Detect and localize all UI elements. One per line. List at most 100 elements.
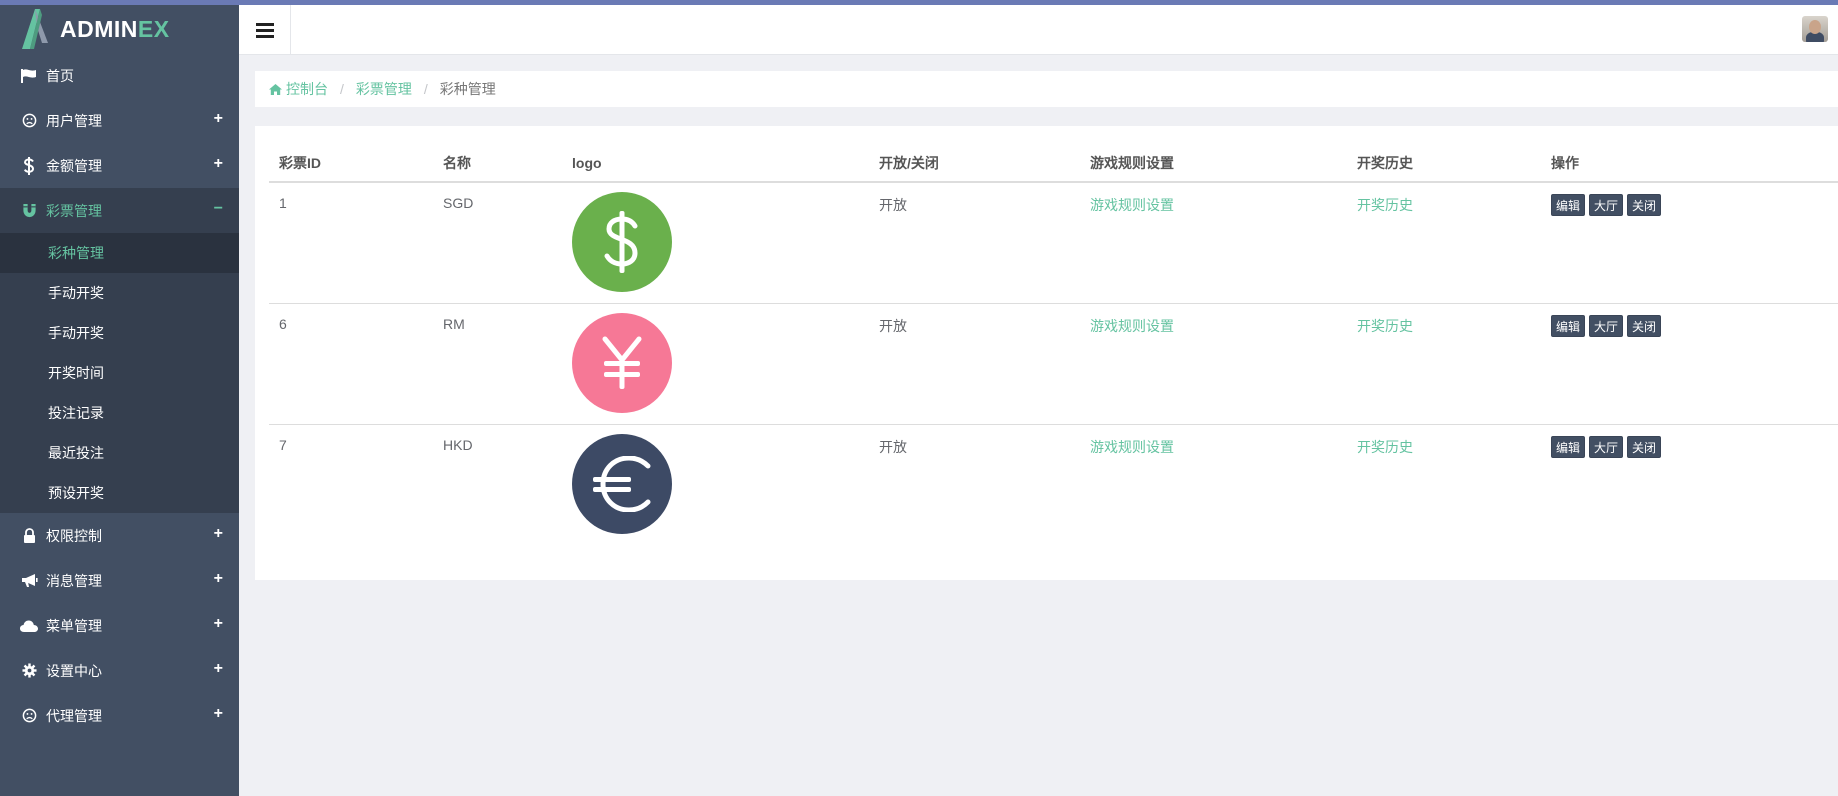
frown-icon [20, 707, 38, 725]
column-header-rules: 游戏规则设置 [1080, 144, 1347, 183]
cell-rules: 游戏规则设置 [1080, 424, 1347, 545]
rules-link[interactable]: 游戏规则设置 [1090, 318, 1174, 334]
yen-coin-icon [572, 312, 672, 413]
sidebar-item-label: 用户管理 [46, 112, 102, 129]
gear-icon [20, 662, 38, 680]
frown-icon [20, 112, 38, 130]
cell-status: 开放 [869, 182, 1080, 304]
submenu-item-bet-records[interactable]: 投注记录 [0, 393, 239, 433]
expand-icon: + [213, 155, 223, 172]
sidebar-item-permissions[interactable]: 权限控制 + [0, 513, 239, 558]
cell-name: RM [433, 303, 562, 425]
submenu-item-lottery-types[interactable]: 彩种管理 [0, 233, 239, 273]
close-button[interactable]: 关闭 [1627, 314, 1662, 337]
logo-mark-icon [22, 9, 48, 49]
column-header-id: 彩票ID [269, 144, 433, 183]
brand-name: ADMINEX [60, 15, 170, 42]
expand-icon: + [213, 570, 223, 587]
sidebar-item-label: 菜单管理 [46, 617, 102, 634]
table-row: 6 RM 开放 游戏规则设置 开奖历史 编辑 大厅 关闭 [269, 303, 1838, 425]
expand-icon: + [213, 110, 223, 127]
expand-icon: + [213, 660, 223, 677]
submenu-item-manual-draw-2[interactable]: 手动开奖 [0, 313, 239, 353]
sidebar-toggle-button[interactable] [239, 5, 291, 55]
cell-history: 开奖历史 [1347, 424, 1541, 545]
user-avatar[interactable] [1802, 16, 1828, 42]
cell-name: HKD [443, 436, 473, 453]
rules-link[interactable]: 游戏规则设置 [1090, 439, 1174, 455]
lottery-table-panel: 彩票ID 名称 logo 开放/关闭 游戏规则设置 开奖历史 操作 1 SGD … [255, 126, 1838, 580]
history-link[interactable]: 开奖历史 [1357, 318, 1413, 334]
breadcrumb: 控制台 / 彩票管理 / 彩种管理 [255, 71, 1838, 107]
sidebar-item-menus[interactable]: 菜单管理 + [0, 603, 239, 648]
lobby-button[interactable]: 大厅 [1589, 314, 1624, 337]
expand-icon: + [213, 705, 223, 722]
edit-button[interactable]: 编辑 [1551, 435, 1586, 458]
home-icon [269, 83, 282, 95]
sidebar-item-label: 消息管理 [46, 572, 102, 589]
submenu-item-preset-draw[interactable]: 预设开奖 [0, 473, 239, 513]
rules-link[interactable]: 游戏规则设置 [1090, 197, 1174, 213]
sidebar-item-label: 权限控制 [46, 527, 102, 544]
close-button[interactable]: 关闭 [1627, 435, 1662, 458]
sidebar-item-settings[interactable]: 设置中心 + [0, 648, 239, 693]
history-link[interactable]: 开奖历史 [1357, 197, 1413, 213]
breadcrumb-separator: / [340, 81, 344, 97]
breadcrumb-separator: / [423, 81, 428, 97]
column-header-actions: 操作 [1541, 144, 1838, 183]
sidebar-item-label: 首页 [46, 67, 74, 84]
column-header-logo: logo [562, 144, 869, 183]
breadcrumb-home-label: 控制台 [286, 81, 328, 97]
sidebar-item-messages[interactable]: 消息管理 + [0, 558, 239, 603]
cell-history: 开奖历史 [1347, 182, 1541, 304]
submenu-item-recent-bets[interactable]: 最近投注 [0, 433, 239, 473]
cell-status: 开放 [879, 438, 907, 455]
column-header-name: 名称 [433, 144, 562, 183]
cell-name: SGD [433, 182, 562, 304]
cloud-icon [20, 617, 38, 635]
edit-button[interactable]: 编辑 [1551, 314, 1586, 337]
lobby-button[interactable]: 大厅 [1589, 435, 1624, 458]
sidebar-item-lottery[interactable]: 彩票管理 − [0, 188, 239, 233]
flag-icon [20, 67, 38, 85]
breadcrumb-section[interactable]: 彩票管理 [356, 79, 412, 99]
breadcrumb-current: 彩种管理 [439, 81, 496, 97]
table-row: 7 HKD 开放 游戏规则设置 开奖历史 编辑 大厅 关闭 [269, 424, 1838, 545]
sidebar-item-finance[interactable]: 金额管理 + [0, 143, 239, 188]
sidebar-item-users[interactable]: 用户管理 + [0, 98, 239, 143]
sidebar-item-label: 代理管理 [46, 707, 102, 724]
bullhorn-icon [20, 572, 38, 590]
history-link[interactable]: 开奖历史 [1357, 439, 1413, 455]
cell-rules: 游戏规则设置 [1080, 303, 1347, 425]
close-button[interactable]: 关闭 [1627, 194, 1662, 216]
column-header-status: 开放/关闭 [869, 144, 1080, 183]
column-header-history: 开奖历史 [1347, 144, 1541, 183]
submenu-item-manual-draw[interactable]: 手动开奖 [0, 273, 239, 313]
cell-logo [562, 424, 869, 545]
sidebar: ADMINEX 首页 用户管理 + 金额管理 + 彩票管理 − 彩种管理 手动开… [0, 5, 239, 796]
sidebar-item-agents[interactable]: 代理管理 + [0, 693, 239, 738]
lottery-submenu: 彩种管理 手动开奖 手动开奖 开奖时间 投注记录 最近投注 预设开奖 [0, 233, 239, 513]
sidebar-item-home[interactable]: 首页 [0, 53, 239, 98]
cell-status: 开放 [869, 303, 1080, 425]
breadcrumb-home[interactable]: 控制台 [269, 79, 328, 99]
sidebar-item-label: 设置中心 [46, 662, 102, 679]
cell-history: 开奖历史 [1347, 303, 1541, 425]
cell-logo [562, 182, 869, 304]
cell-actions: 编辑 大厅 关闭 [1541, 303, 1838, 425]
cell-id: 1 [269, 182, 433, 304]
collapse-icon: − [213, 200, 223, 217]
table-header-row: 彩票ID 名称 logo 开放/关闭 游戏规则设置 开奖历史 操作 [269, 144, 1838, 183]
submenu-item-draw-time[interactable]: 开奖时间 [0, 353, 239, 393]
edit-button[interactable]: 编辑 [1551, 194, 1586, 216]
magnet-icon [20, 202, 38, 220]
euro-coin-icon [572, 433, 672, 534]
lottery-table: 彩票ID 名称 logo 开放/关闭 游戏规则设置 开奖历史 操作 1 SGD … [269, 144, 1838, 545]
dollar-coin-icon [572, 192, 672, 292]
brand-logo[interactable]: ADMINEX [0, 5, 239, 53]
cell-id: 6 [269, 303, 433, 425]
cell-logo [562, 303, 869, 425]
lobby-button[interactable]: 大厅 [1589, 194, 1624, 216]
dollar-icon [20, 156, 38, 175]
cell-actions: 编辑 大厅 关闭 [1541, 424, 1838, 545]
